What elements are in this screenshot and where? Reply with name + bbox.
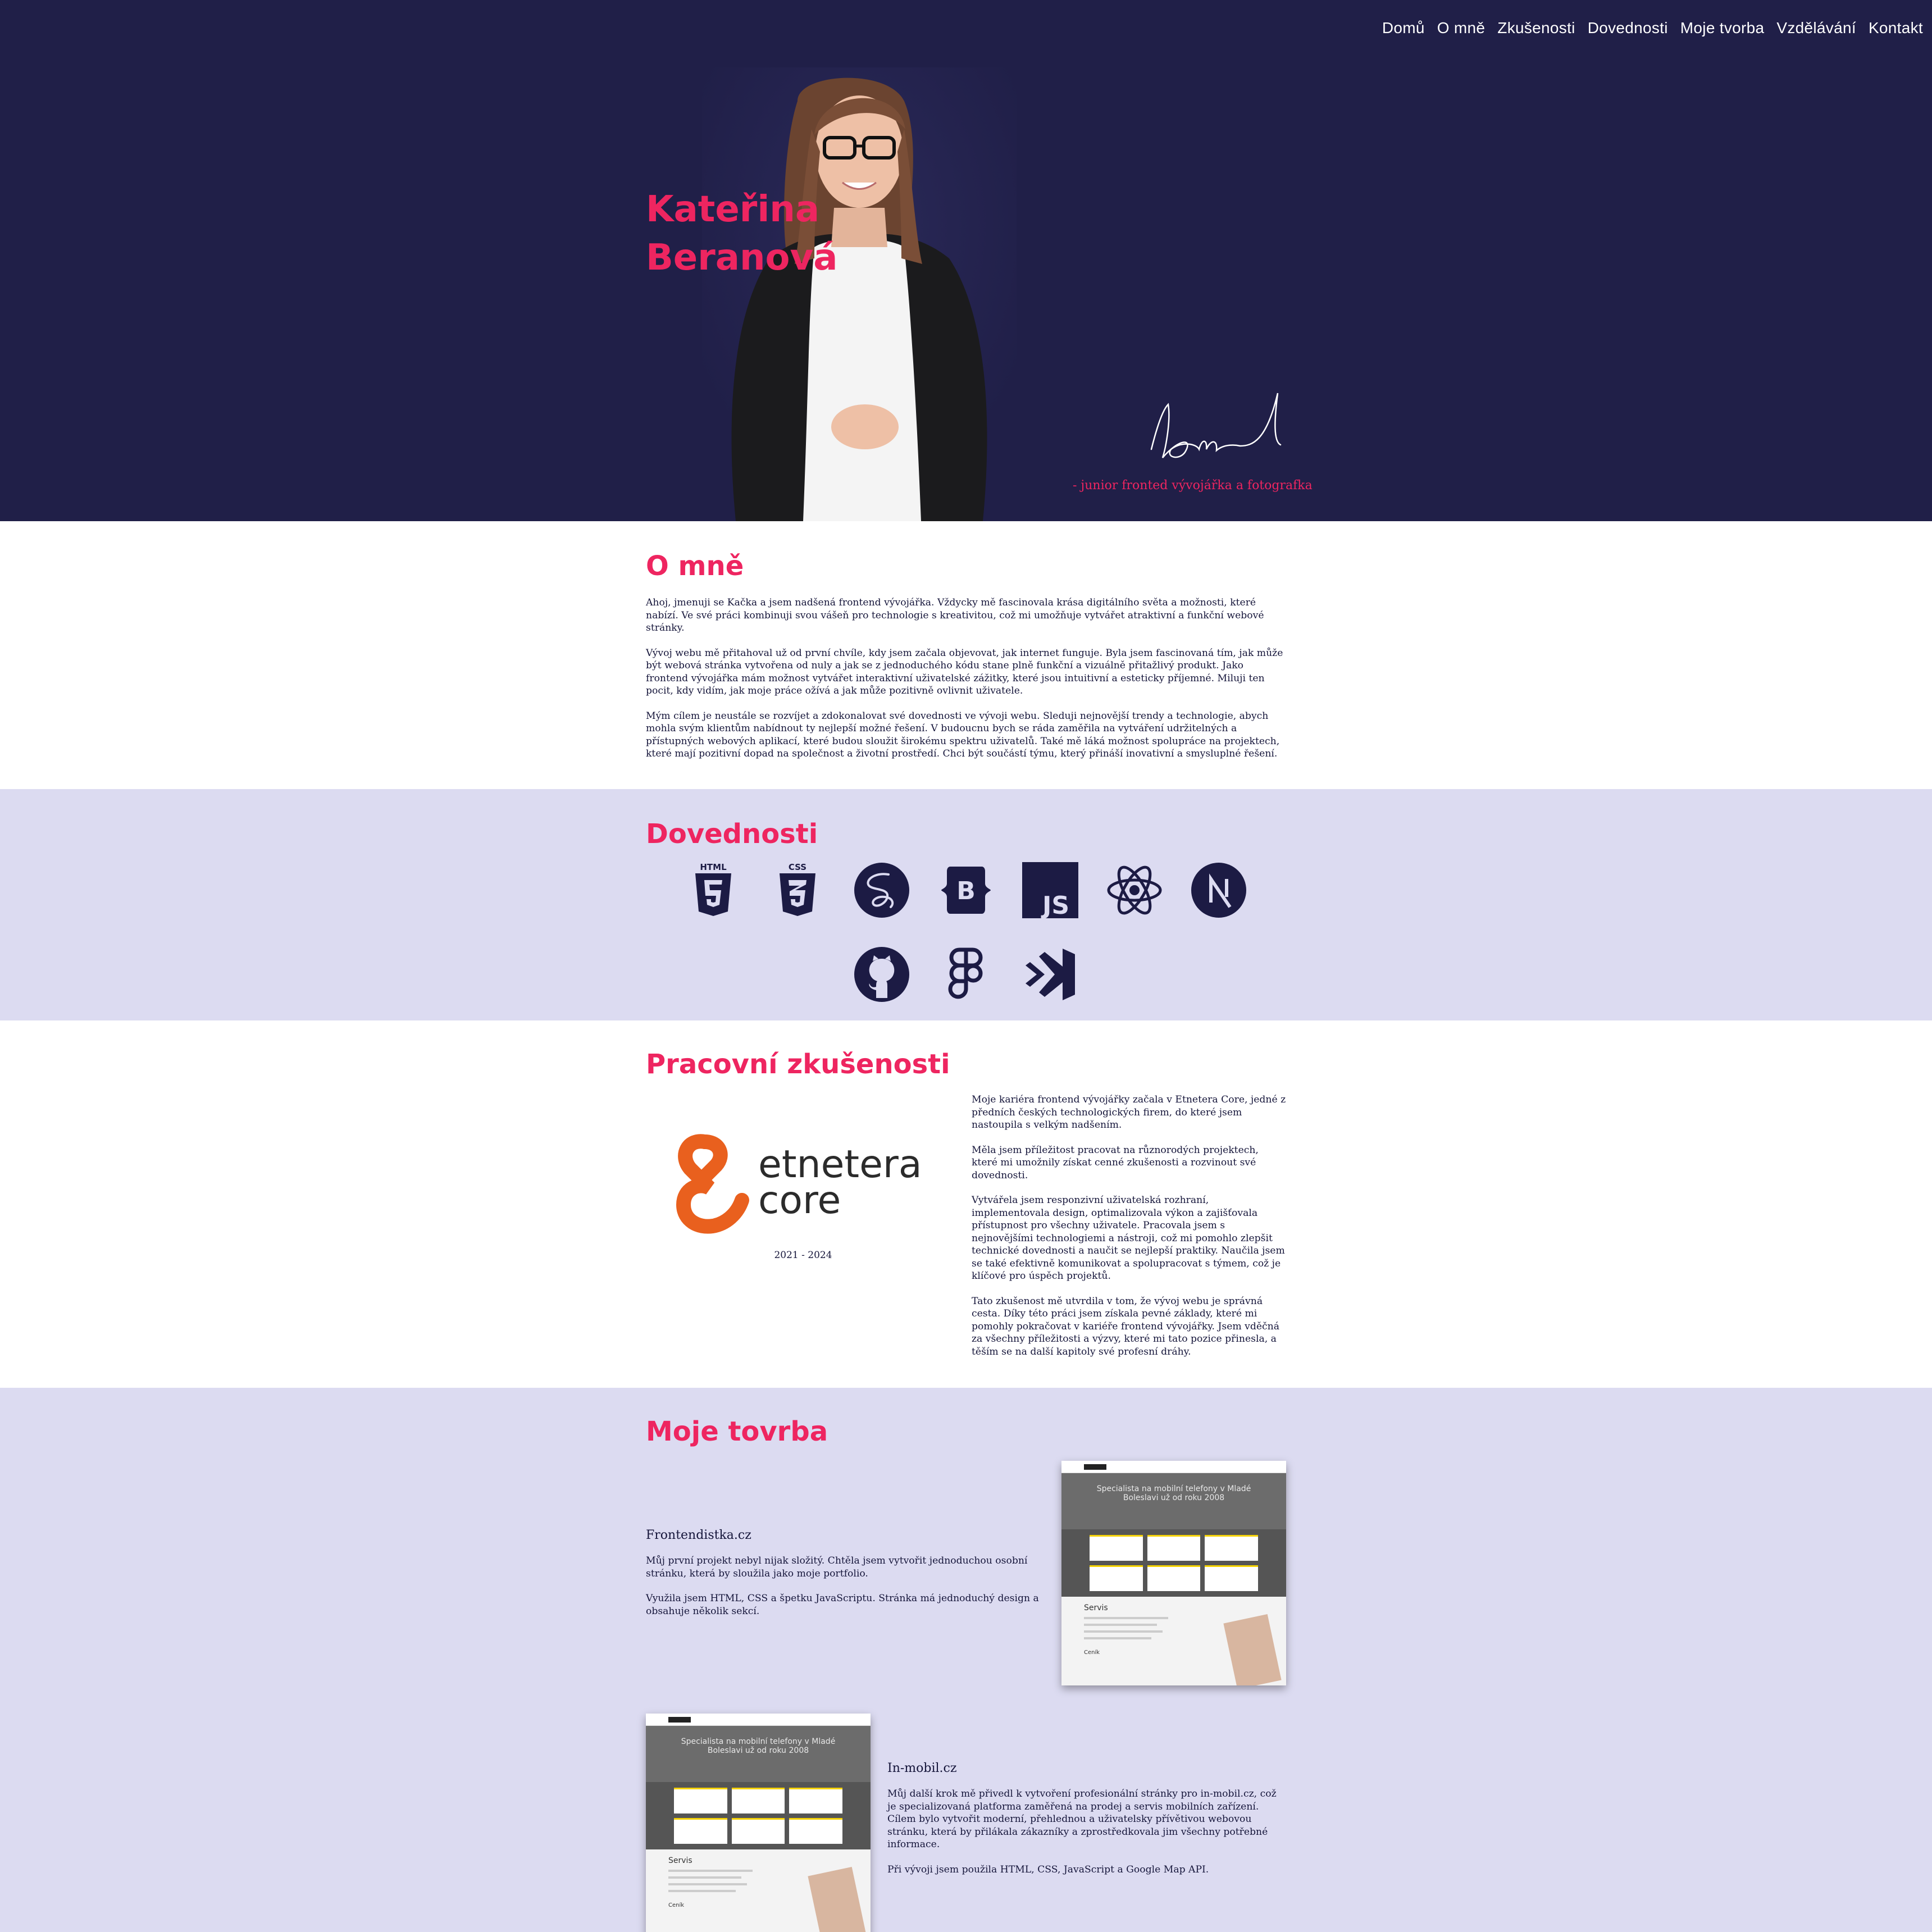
javascript-icon: JS [1022, 862, 1078, 918]
about-paragraph-3: Mým cílem je neustále se rozvíjet a zdok… [646, 710, 1280, 760]
hero-subtitle: - junior fronted vývojářka a fotografka [1073, 479, 1313, 493]
project-paragraph: Při vývoji jsem použila HTML, CSS, JavaS… [887, 1863, 1209, 1875]
vscode-icon [1022, 946, 1078, 1003]
project-paragraph: Můj první projekt nebyl nijak složitý. C… [646, 1555, 1028, 1579]
about-paragraph-2: Vývoj webu mě přitahoval už od první chv… [646, 647, 1283, 697]
hero-section: Kateřina Beranová - junior fronted vývoj… [0, 0, 1932, 521]
nav-link-home[interactable]: Domů [1382, 19, 1425, 37]
screenshot-cards [646, 1782, 871, 1849]
project-paragraph: Využila jsem HTML, CSS a špetku JavaScri… [646, 1593, 1039, 1617]
css3-icon: CSS [769, 862, 826, 918]
figma-icon [938, 946, 994, 1003]
experience-paragraph-1: Moje kariéra frontend vývojářky začala v… [972, 1094, 1286, 1131]
screenshot-logo [668, 1717, 691, 1723]
project-card-frontendistka: Frontendistka.cz Můj první projekt nebyl… [646, 1528, 1039, 1630]
screenshot-hero: Specialista na mobilní telefony v Mladé … [646, 1726, 871, 1782]
screenshot-topbar [1061, 1461, 1286, 1473]
skills-header: Dovednosti [646, 818, 1286, 850]
about-section: O mně Ahoj, jmenuji se Kačka a jsem nadš… [0, 521, 1932, 789]
nav-link-about[interactable]: O mně [1437, 19, 1486, 37]
etnetera-core-logo: etnetera core [671, 1122, 935, 1234]
html5-icon: HTML [685, 862, 741, 918]
github-icon [854, 946, 910, 1003]
experience-years: 2021 - 2024 [774, 1250, 832, 1261]
project-title: In-mobil.cz [887, 1761, 957, 1775]
main-navigation: Domů O mně Zkušenosti Dovednosti Moje tv… [1382, 19, 1923, 37]
project-title: Frontendistka.cz [646, 1528, 751, 1542]
screenshot-cards [1061, 1529, 1286, 1597]
svg-text:B: B [956, 877, 976, 905]
skills-row-2 [854, 946, 1078, 1003]
nav-link-work[interactable]: Moje tvorba [1680, 19, 1765, 37]
project-paragraph: Můj další krok mě přivedl k vytvoření pr… [887, 1788, 1277, 1850]
nav-link-skills[interactable]: Dovednosti [1588, 19, 1668, 37]
screenshot-section-title: Servis [668, 1856, 692, 1865]
svg-text:JS: JS [1041, 891, 1069, 918]
nav-link-education[interactable]: Vzdělávání [1776, 19, 1856, 37]
experience-paragraph-4: Tato zkušenost mě utvrdila v tom, že výv… [972, 1295, 1279, 1357]
nav-link-experience[interactable]: Zkušenosti [1497, 19, 1575, 37]
skills-row-1: HTML CSS B JS [685, 862, 1247, 918]
screenshot-hero-line: Specialista na mobilní telefony v Mladé [681, 1737, 836, 1746]
about-content: O mně Ahoj, jmenuji se Kačka a jsem nadš… [646, 550, 1286, 760]
hero-name: Kateřina Beranová [646, 185, 837, 282]
hero-last-name: Beranová [646, 237, 838, 279]
svg-text:HTML: HTML [700, 862, 727, 872]
experience-paragraph-3: Vytvářela jsem responzivní uživatelská r… [972, 1195, 1285, 1282]
screenshot-hero-line: Boleslavi už od roku 2008 [1123, 1493, 1225, 1502]
screenshot-hero-line: Boleslavi už od roku 2008 [707, 1746, 809, 1755]
screenshot-topbar [646, 1714, 871, 1726]
about-title: O mně [646, 550, 744, 582]
work-section: Moje tovrba Frontendistka.cz Můj první p… [0, 1388, 1932, 1932]
project-screenshot-frontendistka[interactable]: Specialista na mobilní telefony v Mladé … [1061, 1461, 1286, 1685]
bootstrap-icon: B [938, 862, 994, 918]
react-icon [1106, 862, 1163, 918]
logo-word-core: core [758, 1178, 841, 1223]
portrait-photo [702, 67, 1017, 521]
project-screenshot-inmobil[interactable]: Specialista na mobilní telefony v Mladé … [646, 1714, 871, 1932]
screenshot-hero: Specialista na mobilní telefony v Mladé … [1061, 1473, 1286, 1529]
experience-section: Pracovní zkušenosti etnetera core 2021 -… [0, 1020, 1932, 1388]
about-paragraph-1: Ahoj, jmenuji se Kačka a jsem nadšená fr… [646, 597, 1264, 634]
svg-text:CSS: CSS [789, 862, 806, 872]
experience-header: Pracovní zkušenosti [646, 1049, 1286, 1080]
nextjs-icon [1191, 862, 1247, 918]
work-header: Moje tovrba [646, 1416, 1286, 1447]
signature-graphic [1150, 393, 1282, 458]
skills-section: Dovednosti HTML CSS B JS [0, 789, 1932, 1020]
screenshot-hero-line: Specialista na mobilní telefony v Mladé [1096, 1484, 1251, 1493]
experience-paragraph-2: Měla jsem příležitost pracovat na různor… [972, 1144, 1259, 1181]
hero-first-name: Kateřina [646, 189, 820, 230]
experience-text: Moje kariéra frontend vývojářky začala v… [972, 1093, 1286, 1370]
skills-title: Dovednosti [646, 818, 818, 850]
screenshot-logo [1084, 1464, 1106, 1470]
nav-link-contact[interactable]: Kontakt [1869, 19, 1923, 37]
experience-title: Pracovní zkušenosti [646, 1049, 950, 1080]
work-title: Moje tovrba [646, 1416, 828, 1447]
sass-icon [854, 862, 910, 918]
screenshot-section-title: Servis [1084, 1603, 1108, 1612]
project-card-inmobil: In-mobil.cz Můj další krok mě přivedl k … [887, 1761, 1286, 1888]
